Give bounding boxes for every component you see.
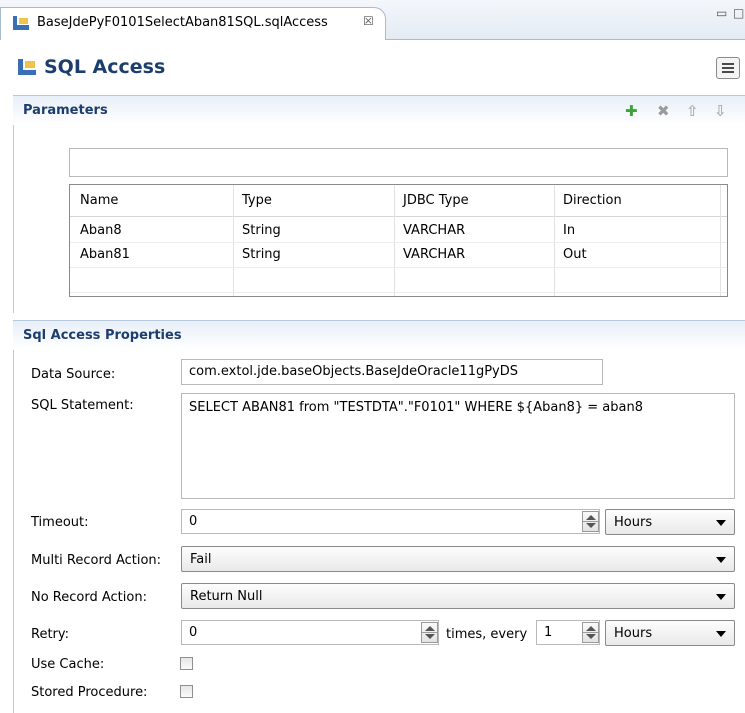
remove-icon[interactable]: ✖ [657,104,670,119]
no-record-action-select[interactable]: Return Null [181,583,735,609]
table-cell-type[interactable]: String [242,223,281,238]
retry-unit-select[interactable]: Hours [605,620,735,646]
table-cell-name[interactable]: Aban8 [80,223,122,238]
multi-record-action-label: Multi Record Action: [31,553,162,568]
row-divider [70,267,727,268]
stored-procedure-checkbox[interactable] [180,685,193,698]
retry-times-label: times, every [446,627,528,642]
column-divider [233,185,234,296]
column-header-jdbc-type[interactable]: JDBC Type [403,193,469,208]
no-record-action-value: Return Null [190,589,263,604]
properties-section-title: Sql Access Properties [23,328,182,343]
timeout-spinner[interactable] [582,511,599,532]
no-record-action-label: No Record Action: [31,590,147,605]
chevron-down-icon [716,631,726,637]
column-header-direction[interactable]: Direction [563,193,622,208]
chevron-down-icon [716,594,726,600]
table-cell-jdbc-type[interactable]: VARCHAR [403,223,465,238]
editor-tab-title: BaseJdePyF0101SelectAban81SQL.sqlAccess [37,15,328,30]
spinner-divider [583,632,598,633]
table-header: Name Type JDBC Type Direction [70,185,727,217]
editor-tab[interactable]: BaseJdePyF0101SelectAban81SQL.sqlAccess … [0,7,386,40]
form-menu-button[interactable] [716,57,740,79]
parameters-table: Name Type JDBC Type Direction Aban8 Stri… [69,184,728,297]
spinner-down-icon[interactable] [586,634,596,639]
retry-label: Retry: [31,627,70,642]
retry-input[interactable]: 0 [181,620,439,645]
retry-unit-value: Hours [614,626,653,641]
spinner-down-icon[interactable] [586,523,596,528]
timeout-unit-value: Hours [614,515,653,530]
minimize-icon[interactable]: ▭ [716,6,727,20]
spinner-divider [422,632,437,633]
multi-record-action-select[interactable]: Fail [181,546,735,572]
maximize-icon[interactable]: □ [733,6,744,20]
row-divider [70,242,727,243]
page-title: SQL Access [44,56,166,78]
data-source-label: Data Source: [31,367,116,382]
sql-access-file-icon [13,16,29,30]
section-border [13,320,14,713]
editor-tab-bar: BaseJdePyF0101SelectAban81SQL.sqlAccess … [0,0,745,40]
menu-icon [722,63,734,73]
chevron-down-icon [716,557,726,563]
move-up-icon[interactable]: ⇧ [686,104,699,119]
parameters-section-header[interactable]: Parameters ✚ ✖ ⇧ ⇩ [13,95,745,125]
column-header-name[interactable]: Name [80,193,118,208]
table-cell-name[interactable]: Aban81 [80,247,130,262]
table-cell-direction[interactable]: Out [563,247,587,262]
spinner-up-icon[interactable] [425,626,435,631]
spinner-divider [583,521,598,522]
multi-record-action-value: Fail [190,552,212,567]
timeout-input[interactable]: 0 [181,509,600,534]
parameters-filter-input[interactable] [69,148,728,177]
timeout-label: Timeout: [31,515,89,530]
column-header-type[interactable]: Type [242,193,272,208]
parameters-section-title: Parameters [23,103,108,118]
sql-statement-textarea[interactable]: SELECT ABAN81 from "TESTDTA"."F0101" WHE… [181,393,735,499]
retry-spinner[interactable] [421,622,438,643]
column-divider [720,185,721,296]
section-border [13,95,14,313]
close-icon[interactable]: ☒ [363,14,374,28]
add-icon[interactable]: ✚ [625,104,638,119]
column-divider [554,185,555,296]
timeout-unit-select[interactable]: Hours [605,509,735,535]
table-cell-jdbc-type[interactable]: VARCHAR [403,247,465,262]
chevron-down-icon [716,520,726,526]
retry-interval-spinner[interactable] [582,622,599,643]
data-source-field[interactable]: com.extol.jde.baseObjects.BaseJdeOracle1… [181,359,603,385]
spinner-up-icon[interactable] [586,626,596,631]
row-divider [70,292,727,293]
stored-procedure-label: Stored Procedure: [31,685,148,700]
table-cell-direction[interactable]: In [563,223,575,238]
sql-access-icon [18,59,36,75]
sql-statement-label: SQL Statement: [31,398,134,413]
move-down-icon[interactable]: ⇩ [714,104,727,119]
spinner-down-icon[interactable] [425,634,435,639]
table-cell-type[interactable]: String [242,247,281,262]
spinner-up-icon[interactable] [586,515,596,520]
use-cache-label: Use Cache: [31,657,105,672]
use-cache-checkbox[interactable] [180,657,193,670]
properties-section-header[interactable]: Sql Access Properties [13,320,745,350]
column-divider [394,185,395,296]
